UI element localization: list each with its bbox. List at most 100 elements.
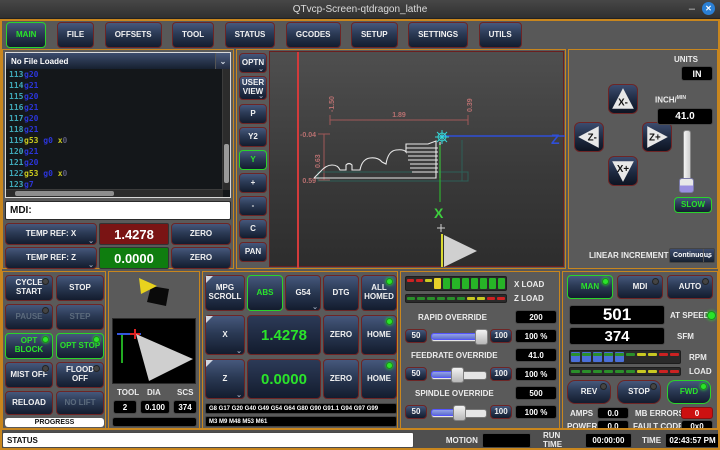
slow-button[interactable]: SLOW — [674, 197, 712, 213]
view-y-button[interactable]: Y — [239, 150, 267, 170]
spindle-fwd-button[interactable]: FWD — [667, 380, 711, 404]
no-lift-button[interactable]: NO LIFT — [56, 391, 104, 415]
z-zero-dro-button[interactable]: ZERO — [323, 359, 359, 399]
rpm-bar — [569, 350, 681, 364]
flood-button[interactable]: FLOOD OFF — [56, 362, 104, 388]
slider-handle[interactable] — [475, 329, 488, 345]
x-axis-label: X — [434, 205, 444, 221]
zoom-out-button[interactable]: - — [239, 196, 267, 216]
spindle-slider[interactable] — [431, 405, 487, 419]
manual-mode-button[interactable]: MAN — [567, 275, 613, 299]
tab-file[interactable]: FILE — [57, 22, 94, 48]
spindle-min-button[interactable]: 50 — [405, 405, 427, 419]
view-p-button[interactable]: P — [239, 104, 267, 124]
jog-z-minus-button[interactable]: Z- — [574, 122, 604, 152]
dtg-button[interactable]: DTG — [323, 275, 359, 311]
linear-increment-combo[interactable]: Continuous ⌄ — [669, 248, 715, 263]
motion-label: MOTION — [446, 436, 478, 445]
reload-button[interactable]: RELOAD — [5, 391, 53, 415]
step-button[interactable]: STEP — [56, 304, 104, 330]
jog-rate-slider[interactable] — [679, 130, 693, 192]
tab-gcodes[interactable]: GCODES — [286, 22, 341, 48]
mdi-input[interactable]: MDI: — [5, 201, 231, 220]
opt-stop-button[interactable]: OPT STOP — [56, 333, 104, 359]
tab-tool[interactable]: TOOL — [172, 22, 214, 48]
auto-mode-button[interactable]: AUTO — [667, 275, 713, 299]
temp-ref-x-button[interactable]: TEMP REF: X⌄ — [5, 223, 97, 245]
feedrate-min-button[interactable]: 50 — [405, 367, 427, 381]
spindle-stop-button[interactable]: STOP — [617, 380, 661, 404]
chevron-down-icon: ⌄ — [88, 262, 94, 269]
gcode-preview[interactable]: 1.89 -1.50 0.39 -0.04 0.63 0.59 Z — [269, 51, 564, 267]
chevron-down-icon[interactable]: ⌄ — [215, 53, 230, 69]
tab-utils[interactable]: UTILS — [479, 22, 522, 48]
tab-settings[interactable]: SETTINGS — [408, 22, 468, 48]
file-combo[interactable]: No File Loaded ⌄ — [6, 53, 230, 69]
dim-height: 0.63 — [315, 154, 322, 168]
feedrate-slider[interactable] — [431, 367, 487, 381]
zoom-in-button[interactable]: + — [239, 173, 267, 193]
minimize-icon[interactable]: – — [689, 4, 695, 14]
graphics-panel: OPTN⌄ USER VIEW⌄ P Y2 Y + - C PAN 1.89 -… — [236, 49, 566, 269]
scroll-thumb[interactable] — [224, 144, 229, 183]
clear-button[interactable]: C — [239, 219, 267, 239]
jog-x-minus-button[interactable]: X- — [608, 84, 638, 114]
x-axis-button[interactable]: X⌄ — [205, 315, 245, 355]
abs-button[interactable]: ABS — [247, 275, 283, 311]
slider-handle[interactable] — [451, 367, 464, 383]
mb-errors-label: MB ERRORS — [635, 409, 684, 418]
slider-handle[interactable] — [679, 178, 694, 193]
pan-button[interactable]: PAN — [239, 242, 267, 262]
view-y2-button[interactable]: Y2 — [239, 127, 267, 147]
tab-main[interactable]: MAIN — [6, 22, 46, 48]
x-zero-dro-button[interactable]: ZERO — [323, 315, 359, 355]
feedrate-override-label: FEEDRATE OVERRIDE — [411, 351, 498, 360]
jog-z-plus-button[interactable]: Z+ — [642, 122, 672, 152]
horizontal-scrollbar[interactable] — [6, 189, 223, 197]
z-home-button[interactable]: HOME — [361, 359, 397, 399]
cycle-start-button[interactable]: CYCLE START — [5, 275, 53, 301]
jog-x-plus-button[interactable]: X+ — [608, 156, 638, 186]
dim-right: 0.39 — [467, 98, 474, 112]
mist-button[interactable]: MIST OFF — [5, 362, 53, 388]
pause-button[interactable]: PAUSE — [5, 304, 53, 330]
scroll-thumb[interactable] — [15, 191, 115, 196]
time-label: TIME — [642, 436, 661, 445]
led — [600, 383, 607, 390]
tab-offsets[interactable]: OFFSETS — [105, 22, 162, 48]
vertical-scrollbar[interactable] — [222, 69, 230, 190]
mpg-scroll-button[interactable]: MPG SCROLL — [205, 275, 245, 311]
z-axis-button[interactable]: Z⌄ — [205, 359, 245, 399]
spindle-max-button[interactable]: 100 — [490, 405, 512, 419]
slider-handle[interactable] — [453, 405, 466, 421]
motion-value — [482, 433, 531, 448]
stop-button[interactable]: STOP — [56, 275, 104, 301]
feedrate-max-button[interactable]: 100 — [490, 367, 512, 381]
user-view-button[interactable]: USER VIEW⌄ — [239, 76, 267, 100]
opt-block-button[interactable]: OPT BLOCK — [5, 333, 53, 359]
mdi-mode-button[interactable]: MDI — [617, 275, 663, 299]
tab-setup[interactable]: SETUP — [351, 22, 398, 48]
rapid-min-button[interactable]: 50 — [405, 329, 427, 343]
triangle-right-icon: Z+ — [644, 124, 670, 150]
x-zero-button[interactable]: ZERO — [171, 223, 231, 245]
chevron-down-icon: ⌄ — [312, 304, 318, 311]
z-zero-button[interactable]: ZERO — [171, 247, 231, 269]
gcode-list[interactable]: 113g20114g21115g20116g21117g20118g21119g… — [6, 69, 230, 197]
g54-button[interactable]: G54⌄ — [285, 275, 321, 311]
at-speed-led — [707, 311, 716, 320]
all-homed-button[interactable]: ALL HOMED — [361, 275, 397, 311]
graphics-options-button[interactable]: OPTN⌄ — [239, 53, 267, 73]
units-label: UNITS — [674, 55, 698, 64]
chevron-down-icon: ⌄ — [88, 238, 94, 245]
led — [386, 362, 393, 369]
temp-ref-z-button[interactable]: TEMP REF: Z⌄ — [5, 247, 97, 269]
x-home-button[interactable]: HOME — [361, 315, 397, 355]
led — [702, 278, 709, 285]
close-icon[interactable]: ✕ — [702, 2, 715, 15]
tab-status[interactable]: STATUS — [225, 22, 276, 48]
spindle-rev-button[interactable]: REV — [567, 380, 611, 404]
led — [386, 318, 393, 325]
rapid-max-button[interactable]: 100 — [490, 329, 512, 343]
rapid-slider[interactable] — [431, 329, 487, 343]
